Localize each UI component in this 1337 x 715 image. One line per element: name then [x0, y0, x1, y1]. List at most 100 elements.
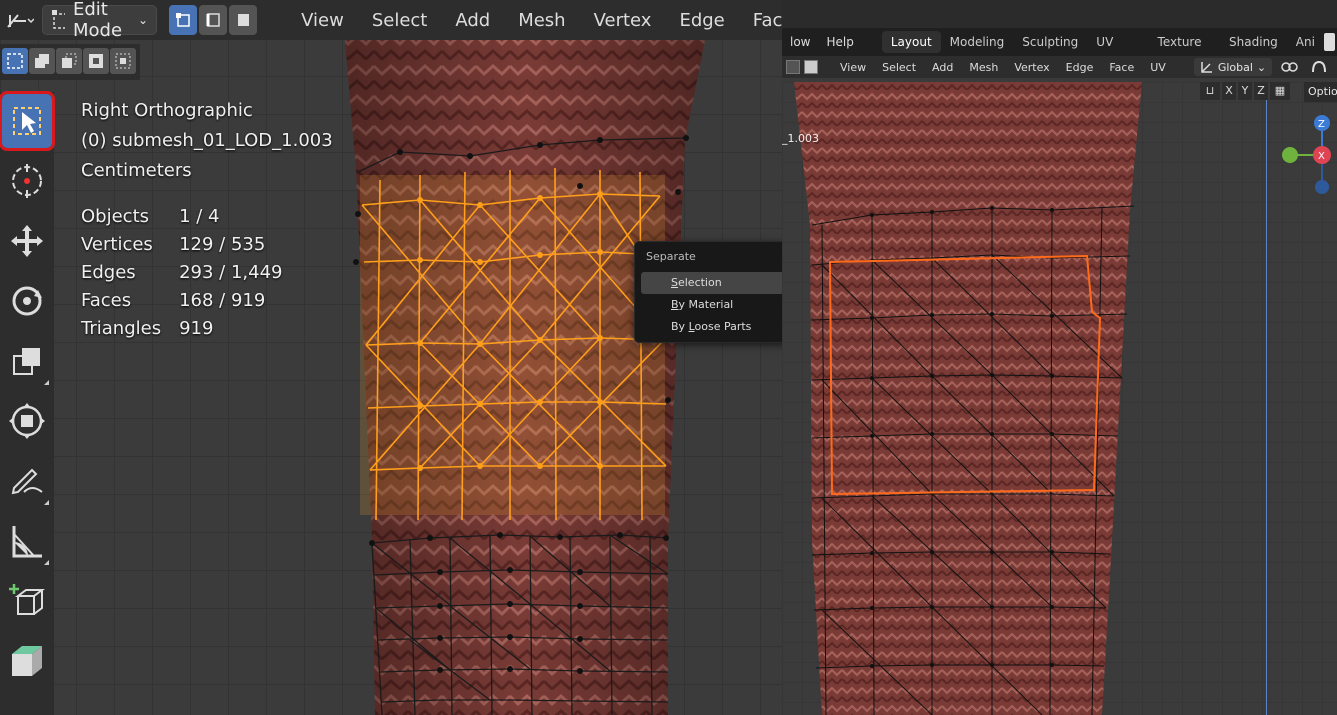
menu-item-label: By Loose Parts — [671, 320, 752, 333]
submenu-indicator — [44, 560, 49, 565]
set-new-selection-button[interactable] — [2, 48, 28, 74]
stat-label: Objects — [81, 205, 150, 227]
face-select-mode-button[interactable] — [229, 5, 258, 35]
navigation-gizmo[interactable]: Z X — [1282, 112, 1337, 202]
menu-mesh[interactable]: Mesh — [504, 10, 579, 31]
stat-row: Edges 293 / 1,449 — [81, 258, 300, 286]
menu-edge[interactable]: Edge — [665, 10, 738, 31]
right-viewport[interactable]: low Help Layout Modeling Sculpting UV Ed… — [782, 0, 1337, 715]
tool-measure[interactable] — [2, 514, 52, 568]
object-name-partial: _1.003 — [782, 132, 819, 145]
menu-item-rest: y Material — [678, 298, 734, 311]
blender-window: Edit Mode ⌄ View Select Add Mesh Vertex … — [0, 0, 1337, 715]
stat-value: 293 / 1,449 — [179, 261, 283, 283]
menu-view[interactable]: View — [287, 10, 358, 31]
stat-row: Objects 1 / 4 — [81, 202, 300, 230]
cursor-icon — [12, 164, 42, 198]
options-button[interactable]: Optio — [1304, 82, 1337, 102]
separate-selection-item[interactable]: SelectionP — [641, 272, 782, 294]
mesh-view-right — [794, 82, 1142, 715]
menu-item-rest: election — [677, 276, 722, 289]
tool-add-cube[interactable] — [2, 574, 52, 628]
gizmo-x-label: X — [1318, 151, 1325, 162]
uv-sync-icon[interactable]: ▦ — [1270, 82, 1290, 100]
rotate-icon — [12, 286, 42, 316]
axis-mirror-toggles: ⊔ X Y Z ▦ — [1200, 82, 1290, 102]
difference-selection-button[interactable] — [83, 48, 109, 74]
menu-select[interactable]: Select — [358, 10, 442, 31]
separate-by-loose-parts-item[interactable]: By Loose PartsP — [641, 316, 782, 338]
stat-label: Vertices — [81, 233, 153, 255]
stat-row: Triangles 919 — [81, 314, 300, 342]
mirror-icon[interactable]: ⊔ — [1200, 82, 1220, 100]
menu-item-label: Selection — [671, 272, 782, 294]
tool-annotate[interactable] — [2, 454, 52, 508]
stat-label: Triangles — [81, 317, 162, 339]
transform-icon — [9, 403, 45, 439]
axis-y-toggle[interactable]: Y — [1238, 82, 1252, 100]
editor-type-button[interactable] — [4, 5, 34, 35]
mnemonic: B — [671, 298, 679, 311]
tool-extrude[interactable] — [2, 634, 52, 688]
mode-label: Edit Mode — [73, 0, 123, 41]
chevron-down-icon: ⌄ — [138, 13, 149, 27]
left-header: Edit Mode ⌄ View Select Add Mesh Vertex … — [0, 0, 782, 41]
axis-x-toggle[interactable]: X — [1222, 82, 1236, 100]
subtract-selection-button[interactable] — [56, 48, 82, 74]
intersect-selection-button[interactable] — [110, 48, 136, 74]
stat-row: Vertices 129 / 535 — [81, 230, 300, 258]
intersect-selection-icon — [115, 53, 131, 69]
view-name: Right Orthographic — [81, 100, 253, 121]
annotate-icon — [11, 468, 43, 495]
stat-row: Faces 168 / 919 — [81, 286, 300, 314]
extend-selection-button[interactable] — [29, 48, 55, 74]
extend-selection-icon — [35, 54, 49, 68]
edge-select-icon — [206, 13, 220, 27]
y-axis-line — [1266, 100, 1267, 715]
stat-value: 129 / 535 — [179, 233, 266, 255]
tool-select-box[interactable] — [0, 91, 55, 151]
stat-label: Faces — [81, 289, 132, 311]
left-viewport[interactable]: Edit Mode ⌄ View Select Add Mesh Vertex … — [0, 0, 782, 715]
left-menu-bar: View Select Add Mesh Vertex Edge Face UV — [287, 10, 782, 31]
menu-item-label: By Material — [671, 294, 782, 316]
units-label: Centimeters — [81, 160, 192, 181]
face-select-icon — [238, 14, 250, 26]
measure-icon — [12, 526, 42, 558]
edge-select-mode-button[interactable] — [199, 5, 228, 35]
scale-icon — [13, 348, 40, 375]
separate-menu-title: Separate — [646, 250, 696, 263]
submenu-indicator — [44, 500, 49, 505]
gizmo-neg-z-axis[interactable] — [1315, 180, 1329, 194]
axes-icon — [7, 14, 34, 28]
axis-z-toggle[interactable]: Z — [1254, 82, 1268, 100]
submenu-indicator — [44, 380, 49, 385]
tool-shelf — [0, 91, 55, 715]
separate-menu: Separate SelectionP By MaterialP By Loos… — [634, 241, 782, 343]
separate-by-material-item[interactable]: By MaterialP — [641, 294, 782, 316]
tool-rotate[interactable] — [2, 274, 52, 328]
move-icon — [11, 225, 43, 257]
mesh-statistics: Objects 1 / 4 Vertices 129 / 535 Edges 293 … — [81, 202, 300, 342]
menu-vertex[interactable]: Vertex — [580, 10, 666, 31]
tool-cursor[interactable] — [2, 154, 52, 208]
gizmo-z-label: Z — [1318, 119, 1325, 130]
menu-add[interactable]: Add — [441, 10, 504, 31]
stat-value: 1 / 4 — [179, 205, 220, 227]
mnemonic: S — [671, 276, 678, 289]
tool-transform[interactable] — [2, 394, 52, 448]
stat-value: 919 — [179, 317, 214, 339]
viewport-info-overlay: Right Orthographic (0) submesh_01_LOD_1.… — [81, 98, 333, 342]
tool-scale[interactable] — [2, 334, 52, 388]
stat-value: 168 / 919 — [179, 289, 266, 311]
difference-selection-icon — [89, 54, 103, 68]
vertex-select-mode-button[interactable] — [169, 5, 198, 35]
gizmo-y-axis[interactable] — [1282, 147, 1298, 163]
menu-item-rest: oose Parts — [694, 320, 752, 333]
mode-select[interactable]: Edit Mode ⌄ — [42, 0, 158, 41]
tool-move[interactable] — [2, 214, 52, 268]
select-box-modes — [0, 44, 140, 80]
edit-mode-icon — [52, 10, 65, 29]
menu-face[interactable]: Face — [739, 10, 782, 31]
add-cube-icon — [9, 584, 45, 615]
